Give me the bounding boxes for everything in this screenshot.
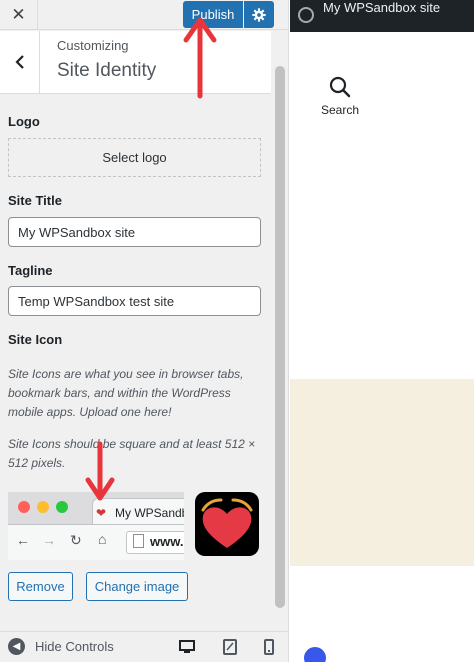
hide-controls-label: Hide Controls <box>35 639 114 654</box>
admin-bar: My WPSandbox site <box>290 0 474 32</box>
remove-icon-button[interactable]: Remove <box>8 572 73 601</box>
customizer-footer: ◀ Hide Controls <box>0 631 288 662</box>
search-label: Search <box>320 103 360 117</box>
site-title-label: Site Title <box>8 193 62 208</box>
window-zoom-dot <box>56 501 68 513</box>
scrollbar-thumb[interactable] <box>275 66 285 608</box>
reload-icon: ↻ <box>70 532 82 548</box>
search-toggle[interactable]: Search <box>320 75 360 117</box>
edit-shortcut-icon[interactable] <box>302 645 328 662</box>
site-preview[interactable]: My WPSandbox site Search <box>290 0 474 662</box>
select-logo-label: Select logo <box>102 150 167 165</box>
heart-favicon-icon: ❤ <box>96 506 107 520</box>
desktop-icon[interactable] <box>179 639 195 655</box>
forward-arrow-icon: → <box>42 532 56 548</box>
hide-controls-button[interactable]: ◀ Hide Controls <box>8 638 114 655</box>
site-icon-image <box>195 492 259 556</box>
gear-icon <box>252 7 266 22</box>
section-header: Customizing Site Identity <box>0 31 271 94</box>
site-title-input[interactable]: My WPSandbox site <box>8 217 261 247</box>
home-icon: ⌂ <box>98 531 107 547</box>
change-image-label: Change image <box>94 579 180 594</box>
select-logo-button[interactable]: Select logo <box>8 138 261 177</box>
logo-label: Logo <box>8 114 40 129</box>
back-button[interactable] <box>0 31 40 93</box>
publish-settings-button[interactable] <box>244 1 274 28</box>
wordpress-logo-icon[interactable] <box>298 7 314 23</box>
site-icon-label: Site Icon <box>8 332 63 347</box>
customizer-header: ✕ Publish <box>0 0 288 30</box>
admin-bar-site-name[interactable]: My WPSandbox site <box>323 0 440 15</box>
tablet-icon[interactable] <box>222 639 238 655</box>
tagline-value: Temp WPSandbox test site <box>18 293 175 309</box>
page-icon <box>133 534 144 548</box>
content-cover-block <box>290 379 474 566</box>
change-image-button[interactable]: Change image <box>86 572 188 601</box>
chevron-left-icon <box>14 55 24 69</box>
heart-icon <box>201 498 253 548</box>
publish-button[interactable]: Publish <box>183 1 243 28</box>
search-icon <box>329 76 351 98</box>
publish-label: Publish <box>191 7 235 22</box>
tagline-input[interactable]: Temp WPSandbox test site <box>8 286 261 316</box>
close-customizer-button[interactable]: ✕ <box>0 0 38 30</box>
window-close-dot <box>18 501 30 513</box>
browser-tab-title: My WPSandb <box>115 506 184 520</box>
customizing-label: Customizing <box>57 38 129 53</box>
section-title: Site Identity <box>57 60 157 81</box>
back-arrow-icon: ← <box>16 532 30 548</box>
site-title-value: My WPSandbox site <box>18 224 136 240</box>
browser-tab-preview: ❤ My WPSandb ← → ↻ ⌂ www. <box>8 492 184 560</box>
close-icon: ✕ <box>11 5 26 24</box>
site-icon-description: Site Icons are what you see in browser t… <box>8 367 244 419</box>
url-text: www. <box>150 534 184 549</box>
window-minimize-dot <box>37 501 49 513</box>
customizer-panel: ✕ Publish Customizing Site Identity Logo… <box>0 0 289 662</box>
collapse-arrow-icon: ◀ <box>8 638 25 655</box>
mobile-icon[interactable] <box>261 639 277 655</box>
site-icon-size-note: Site Icons should be square and at least… <box>8 437 256 470</box>
tagline-label: Tagline <box>8 263 53 278</box>
remove-label: Remove <box>16 579 65 594</box>
